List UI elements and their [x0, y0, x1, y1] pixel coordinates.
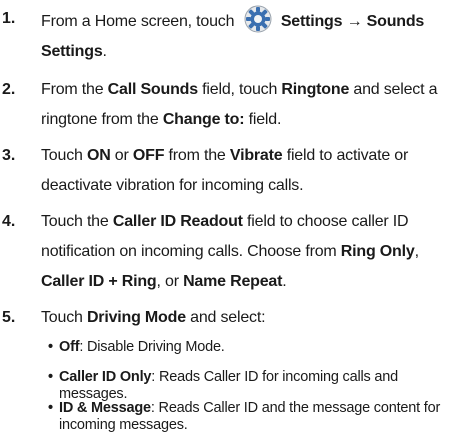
- step-text: Touch ON or OFF from the Vibrate field t…: [41, 147, 409, 194]
- step-number: 5.: [2, 309, 16, 326]
- step-number: 4.: [2, 213, 16, 230]
- step-number: 2.: [2, 81, 16, 98]
- step-text: Touch the Caller ID Readout field to cho…: [41, 213, 419, 290]
- step-number: 3.: [2, 147, 16, 164]
- step-text: From a Home screen, touch Settings → Sou…: [41, 4, 461, 67]
- bullet-dot: •: [48, 400, 53, 416]
- bullet-dot: •: [48, 339, 53, 355]
- settings-gear-icon: [241, 4, 275, 34]
- step-number: 1.: [2, 10, 16, 27]
- bullet-dot: •: [48, 369, 53, 385]
- step-text: From the Call Sounds field, touch Ringto…: [41, 81, 438, 128]
- step-text: Touch Driving Mode and select:: [41, 309, 266, 326]
